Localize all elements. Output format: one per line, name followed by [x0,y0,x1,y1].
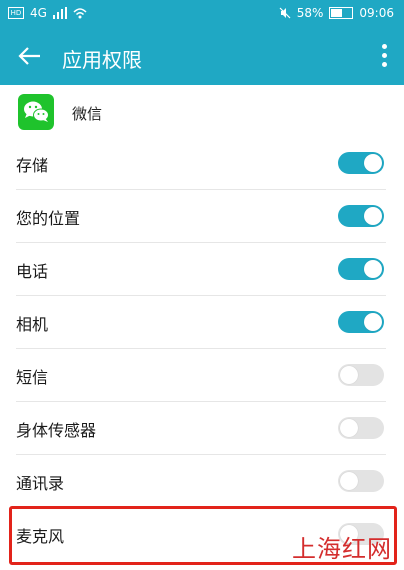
permission-label: 您的位置 [16,209,81,228]
permission-toggle-location[interactable] [338,205,384,227]
back-arrow-icon[interactable] [16,42,44,70]
more-options-icon[interactable] [382,44,388,70]
network-label: 4G [30,6,47,20]
permission-toggle-sms[interactable] [338,364,384,386]
permission-label: 短信 [16,368,49,387]
permission-row-sms: 短信 [16,349,386,402]
permission-row-contacts: 通讯录 [16,455,386,508]
permission-row-body-sensors: 身体传感器 [16,402,386,455]
permission-label: 存储 [16,156,49,175]
battery-icon [329,7,354,19]
sim-icon: HD [8,7,24,19]
permission-row-camera: 相机 [16,296,386,349]
permission-row-phone: 电话 [16,243,386,296]
permission-toggle-storage[interactable] [338,152,384,174]
permission-toggle-phone[interactable] [338,258,384,280]
page-title: 应用权限 [62,48,142,72]
permission-label: 相机 [16,315,49,334]
watermark: 上海红网 [292,535,392,563]
permission-toggle-contacts[interactable] [338,470,384,492]
wechat-logo-icon [18,94,54,130]
permission-label: 身体传感器 [16,421,97,440]
battery-percent: 58% [296,6,324,20]
permission-label: 通讯录 [16,474,65,493]
permission-row-location: 您的位置 [16,190,386,243]
permission-toggle-camera[interactable] [338,311,384,333]
status-bar: HD 4G 58% 09:06 [0,0,404,30]
status-left: HD 4G [8,6,87,20]
signal-icon [52,7,67,19]
permission-list: 存储 您的位置 电话 相机 短信 身体传感器 通讯录 麦克风 [0,137,404,560]
mute-icon [279,7,291,19]
permission-label: 电话 [16,262,49,281]
wifi-icon [73,8,87,19]
permission-toggle-body-sensors[interactable] [338,417,384,439]
status-right: 58% 09:06 [279,6,394,20]
status-time: 09:06 [359,6,394,20]
app-info: 微信 [0,85,404,137]
app-bar: 应用权限 [0,30,404,85]
permission-row-storage: 存储 [16,137,386,190]
app-name: 微信 [72,105,103,123]
